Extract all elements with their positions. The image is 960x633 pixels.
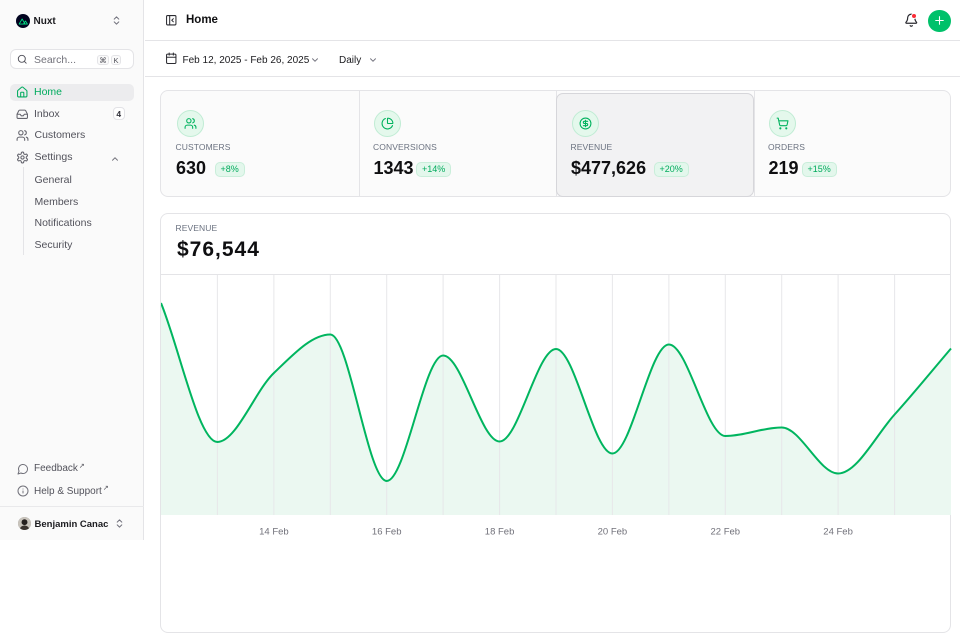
svg-text:22 Feb: 22 Feb [710,527,740,538]
svg-text:24 Feb: 24 Feb [823,527,853,538]
svg-text:14 Feb: 14 Feb [259,527,289,538]
svg-text:20 Feb: 20 Feb [597,527,627,538]
svg-text:18 Feb: 18 Feb [484,527,514,538]
svg-text:16 Feb: 16 Feb [371,527,401,538]
